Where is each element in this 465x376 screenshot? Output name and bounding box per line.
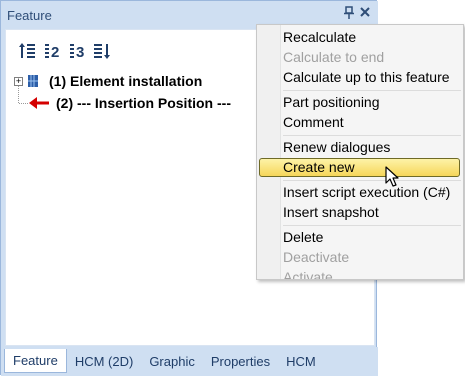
tab-hcm-2d[interactable]: HCM (2D)	[67, 349, 142, 373]
svg-text:2: 2	[51, 44, 59, 61]
tree-item-label: (2) --- Insertion Position ---	[56, 95, 231, 111]
menu-item-deactivate: Deactivate	[283, 249, 350, 265]
menu-item-recalculate[interactable]: Recalculate	[283, 27, 356, 47]
sort-up-button[interactable]	[17, 38, 39, 64]
tab-properties[interactable]: Properties	[203, 349, 278, 373]
sort-up-icon	[19, 43, 35, 58]
red-arrow-left-icon	[29, 97, 49, 109]
menu-item-insert-script-execution[interactable]: Insert script execution (C#)	[283, 182, 450, 202]
tree-item-insertion-position[interactable]: (2) --- Insertion Position ---	[14, 93, 231, 113]
context-menu: Recalculate Calculate to end Calculate u…	[256, 24, 464, 280]
menu-item-delete[interactable]: Delete	[283, 227, 323, 247]
svg-text:3: 3	[76, 44, 84, 61]
menu-item-create-new[interactable]: Create new	[283, 157, 355, 177]
menu-icon-gutter	[257, 25, 281, 279]
feature-toolbar: 2 3	[17, 38, 114, 64]
panel-title: Feature	[7, 8, 52, 23]
number-3-button[interactable]: 3	[67, 38, 89, 64]
expand-icon[interactable]: +	[14, 76, 23, 86]
menu-item-calculate-to-end: Calculate to end	[283, 49, 385, 65]
panel-tabs: Feature HCM (2D) Graphic Properties HCM	[1, 347, 378, 376]
menu-item-renew-dialogues[interactable]: Renew dialogues	[283, 137, 390, 157]
menu-item-activate: Activate	[283, 269, 333, 280]
menu-separator	[283, 180, 461, 181]
menu-item-insert-snapshot[interactable]: Insert snapshot	[283, 202, 379, 222]
tab-graphic[interactable]: Graphic	[141, 349, 203, 373]
number-3-icon: 3	[70, 44, 84, 61]
number-2-icon: 2	[45, 44, 59, 61]
tab-hcm[interactable]: HCM	[278, 349, 324, 373]
number-2-button[interactable]: 2	[42, 38, 64, 64]
menu-separator	[283, 135, 461, 136]
menu-item-calculate-up-to-this-feature[interactable]: Calculate up to this feature	[283, 67, 450, 87]
menu-item-part-positioning[interactable]: Part positioning	[283, 92, 380, 112]
tree-item-label: (1) Element installation	[49, 73, 203, 89]
pin-icon[interactable]	[343, 6, 357, 22]
mouse-cursor-icon	[385, 166, 399, 187]
close-icon[interactable]	[359, 5, 373, 21]
tab-feature[interactable]: Feature	[4, 349, 67, 373]
sort-down-button[interactable]	[92, 38, 114, 64]
sort-down-icon	[94, 44, 110, 59]
menu-separator	[283, 90, 461, 91]
tree-item-element-installation[interactable]: + (1) Element installation	[14, 71, 202, 91]
menu-separator	[283, 225, 461, 226]
menu-item-comment[interactable]: Comment	[283, 112, 344, 132]
element-installation-icon	[28, 75, 38, 87]
